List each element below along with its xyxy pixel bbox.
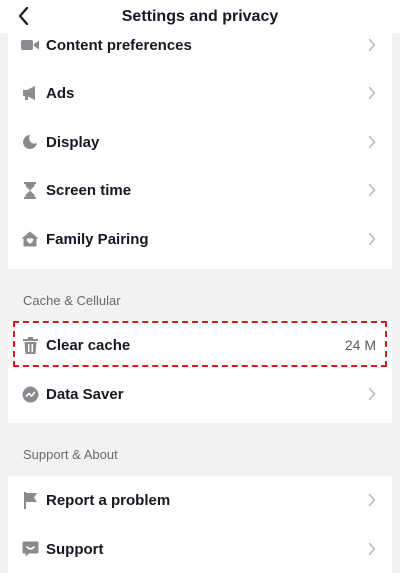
home-heart-icon	[21, 230, 39, 248]
ads-label: Ads	[46, 84, 75, 102]
data-saver-row[interactable]: Data Saver	[8, 370, 392, 418]
screen-time-row[interactable]: Screen time	[8, 166, 392, 214]
support-chat-icon	[21, 540, 39, 558]
section-header-cache: Cache & Cellular	[23, 293, 121, 308]
clear-cache-row[interactable]: Clear cache 24 M	[8, 321, 392, 369]
support-label: Support	[46, 540, 104, 558]
family-pairing-row[interactable]: Family Pairing	[8, 215, 392, 263]
data-saver-icon	[21, 385, 39, 403]
page-title: Settings and privacy	[121, 7, 279, 25]
video-camera-icon	[21, 36, 39, 54]
chevron-right-icon	[367, 182, 377, 198]
moon-icon	[21, 133, 39, 151]
chevron-right-icon	[367, 386, 377, 402]
trash-icon	[21, 336, 39, 354]
cache-size-value: 24 M	[344, 337, 376, 353]
screen-time-label: Screen time	[46, 181, 132, 199]
chevron-left-icon	[18, 6, 29, 26]
clear-cache-label: Clear cache	[46, 336, 131, 354]
report-problem-row[interactable]: Report a problem	[8, 476, 392, 524]
hourglass-icon	[21, 181, 39, 199]
display-row[interactable]: Display	[8, 118, 392, 166]
report-problem-label: Report a problem	[46, 491, 171, 509]
chevron-right-icon	[367, 541, 377, 557]
chevron-right-icon	[367, 134, 377, 150]
flag-icon	[21, 491, 39, 509]
support-row[interactable]: Support	[8, 525, 392, 573]
chevron-right-icon	[367, 231, 377, 247]
chevron-right-icon	[367, 85, 377, 101]
chevron-right-icon	[367, 492, 377, 508]
ads-row[interactable]: Ads	[8, 69, 392, 117]
family-pairing-label: Family Pairing	[46, 230, 149, 248]
top-nav-bar: Settings and privacy	[0, 0, 400, 33]
back-button[interactable]	[10, 3, 36, 29]
section-header-support: Support & About	[23, 447, 118, 462]
data-saver-label: Data Saver	[46, 385, 124, 403]
chevron-right-icon	[367, 37, 377, 53]
megaphone-icon	[21, 84, 39, 102]
content-preferences-label: Content preferences	[46, 36, 192, 54]
display-label: Display	[46, 133, 100, 151]
